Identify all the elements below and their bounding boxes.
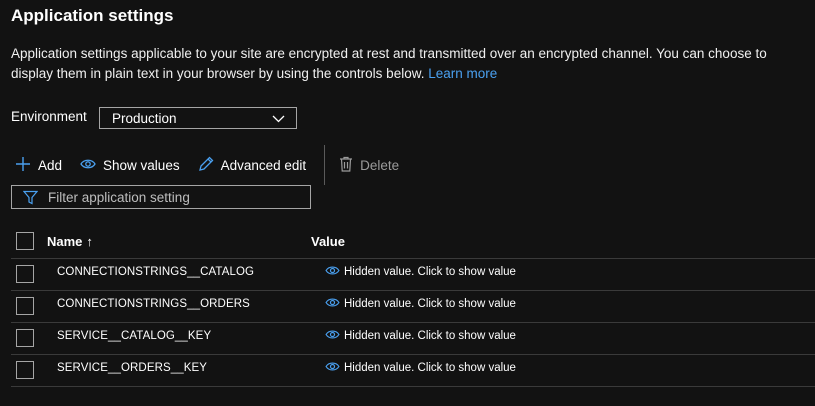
setting-name: CONNECTIONSTRINGS__ORDERS xyxy=(57,298,250,310)
eye-icon xyxy=(325,297,340,311)
hidden-value-text: Hidden value. Click to show value xyxy=(344,298,516,310)
description-text: Application settings applicable to your … xyxy=(11,46,767,81)
page-title: Application settings xyxy=(11,6,174,25)
hidden-value-text: Hidden value. Click to show value xyxy=(344,362,516,374)
show-values-button-label: Show values xyxy=(103,157,180,173)
settings-table: Name ↑ Value CONNECTIONSTRINGS__CATALOG H… xyxy=(11,227,815,387)
select-all-checkbox[interactable] xyxy=(16,232,34,250)
hidden-value-text: Hidden value. Click to show value xyxy=(344,266,516,278)
eye-icon xyxy=(325,361,340,375)
toolbar-divider xyxy=(324,145,326,185)
delete-button[interactable]: Delete xyxy=(339,147,399,183)
learn-more-link[interactable]: Learn more xyxy=(428,66,497,81)
table-row[interactable]: SERVICE__CATALOG__KEY Hidden value. Clic… xyxy=(11,323,815,355)
advanced-edit-button-label: Advanced edit xyxy=(220,157,307,173)
table-row[interactable]: SERVICE__ORDERS__KEY Hidden value. Click… xyxy=(11,355,815,387)
app-settings-page: Application settings Application setting… xyxy=(0,0,815,406)
add-button[interactable]: Add xyxy=(15,147,62,183)
hidden-value-toggle[interactable]: Hidden value. Click to show value xyxy=(325,361,516,375)
trash-icon xyxy=(339,156,353,175)
environment-dropdown[interactable]: Production xyxy=(99,107,297,129)
pencil-icon xyxy=(198,156,214,175)
eye-icon xyxy=(325,329,340,343)
funnel-icon xyxy=(22,190,39,210)
page-description: Application settings applicable to your … xyxy=(11,44,811,84)
value-column-header: Value xyxy=(311,234,345,249)
hidden-value-text: Hidden value. Click to show value xyxy=(344,330,516,342)
show-values-button[interactable]: Show values xyxy=(80,147,180,183)
table-row[interactable]: CONNECTIONSTRINGS__CATALOG Hidden value.… xyxy=(11,259,815,291)
filter-input[interactable]: Filter application setting xyxy=(11,185,311,209)
hidden-value-toggle[interactable]: Hidden value. Click to show value xyxy=(325,297,516,311)
plus-icon xyxy=(15,156,31,175)
add-button-label: Add xyxy=(38,157,63,173)
setting-name: SERVICE__CATALOG__KEY xyxy=(57,330,212,342)
filter-placeholder: Filter application setting xyxy=(48,190,190,205)
row-checkbox[interactable] xyxy=(16,329,34,347)
environment-selected-value: Production xyxy=(112,111,177,126)
hidden-value-toggle[interactable]: Hidden value. Click to show value xyxy=(325,329,516,343)
name-column-header[interactable]: Name ↑ xyxy=(47,234,93,249)
row-checkbox[interactable] xyxy=(16,361,34,379)
table-header: Name ↑ Value xyxy=(11,227,815,259)
advanced-edit-button[interactable]: Advanced edit xyxy=(198,147,307,183)
eye-icon xyxy=(80,158,96,173)
row-checkbox[interactable] xyxy=(16,265,34,283)
hidden-value-toggle[interactable]: Hidden value. Click to show value xyxy=(325,265,516,279)
command-toolbar: Add Show values Advanced edit Delete xyxy=(15,145,417,185)
name-column-label: Name xyxy=(47,234,83,249)
setting-name: CONNECTIONSTRINGS__CATALOG xyxy=(57,266,255,278)
eye-icon xyxy=(325,265,340,279)
chevron-down-icon xyxy=(272,112,285,130)
setting-name: SERVICE__ORDERS__KEY xyxy=(57,362,208,374)
sort-ascending-icon: ↑ xyxy=(86,234,93,249)
environment-label: Environment xyxy=(11,109,87,124)
table-row[interactable]: CONNECTIONSTRINGS__ORDERS Hidden value. … xyxy=(11,291,815,323)
row-checkbox[interactable] xyxy=(16,297,34,315)
delete-button-label: Delete xyxy=(360,157,400,173)
